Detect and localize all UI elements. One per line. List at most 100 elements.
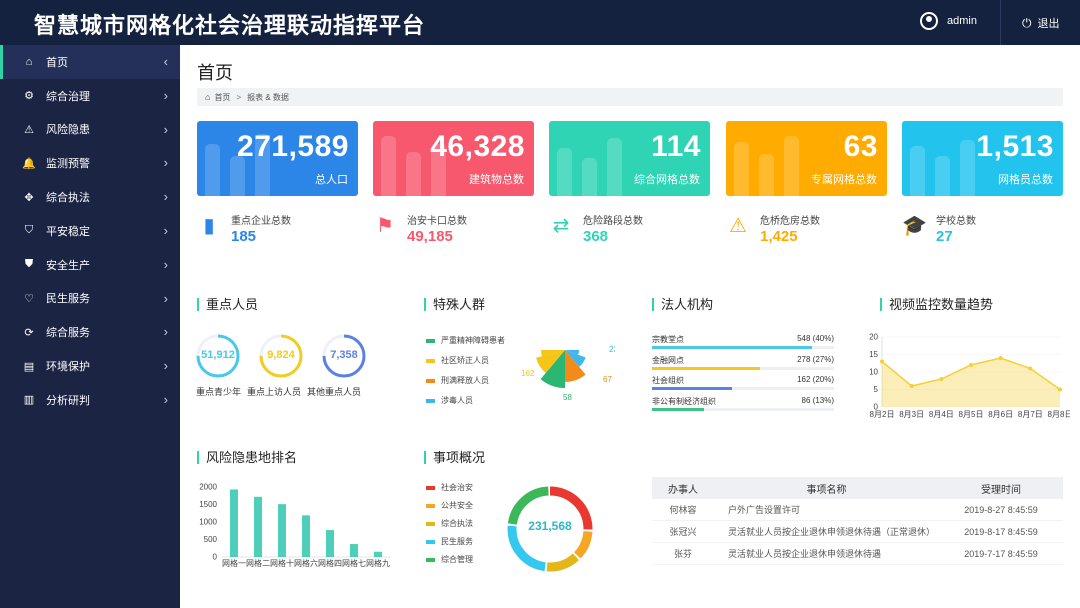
matters-table: 办事人 事项名称 受理时间 何林容 户外广告设置许可 2019-8-27 8:45:…	[652, 477, 1063, 565]
org-value: 162 (20%)	[797, 375, 834, 384]
stat-label: 总人口	[315, 174, 348, 186]
org-bar-fill	[652, 346, 813, 349]
sidebar-item-label: 平安稳定	[46, 225, 90, 238]
breadcrumb-home[interactable]: 首页	[214, 92, 230, 103]
mini-stat-value: 1,425	[760, 228, 798, 245]
shield-check-icon: ⛉	[24, 224, 34, 237]
legend-swatch	[426, 378, 435, 383]
move-icon: ✥	[24, 191, 34, 204]
risk-ranking-chart: 0 500 1000 1500 2000 网格一 网格二 网格十 网格六 网格四 网格七 网格九	[199, 483, 390, 568]
legend-label: 民生服务	[441, 537, 473, 546]
legend-item[interactable]: 涉毒人员	[426, 395, 473, 406]
table-row[interactable]: 何林容 户外广告设置许可 2019-8-27 8:45:59	[652, 499, 1063, 521]
mini-stat: ⚠ 危桥危房总数 1,425	[726, 207, 886, 247]
column-header-time[interactable]: 受理时间	[939, 481, 1063, 496]
y-tick-label: 10	[869, 368, 878, 377]
org-row: 非公有制经济组织 86 (13%)	[652, 396, 834, 412]
sidebar-item-6[interactable]: ⛊ 安全生产 ›	[0, 248, 180, 282]
data-point	[939, 377, 944, 381]
mini-stat-label: 危桥危房总数	[760, 216, 820, 227]
sidebar-item-10[interactable]: ▥ 分析研判 ›	[0, 383, 180, 417]
org-bar-track	[652, 407, 834, 411]
data-point	[998, 356, 1003, 360]
bar	[254, 496, 262, 557]
table-row[interactable]: 张芬 灵活就业人员按企业退休申领退休待遇 2019-7-17 8:45:59	[652, 543, 1063, 565]
card-decoration	[910, 140, 975, 196]
home-icon: ⌂	[25, 55, 33, 68]
x-tick-label: 网格九	[366, 558, 390, 568]
legend-item[interactable]: 严重精神障碍患者	[426, 335, 505, 346]
gear-icon: ⚙	[24, 90, 34, 103]
legend-item[interactable]: 综合执法	[426, 518, 473, 529]
mini-stat-label: 重点企业总数	[231, 216, 291, 227]
matters-title: 事项概况	[424, 451, 485, 464]
logout-label: 退出	[1037, 18, 1060, 30]
sidebar-item-4[interactable]: ✥ 综合执法 ›	[0, 180, 180, 214]
chart-icon: ▥	[23, 394, 35, 407]
legend-item[interactable]: 社会治安	[426, 482, 473, 493]
user-menu[interactable]: admin	[920, 12, 977, 30]
y-tick-label: 1500	[199, 500, 217, 509]
legend-swatch	[426, 539, 435, 544]
sidebar-item-9[interactable]: ▤ 环境保护 ›	[0, 349, 180, 383]
sidebar-item-2[interactable]: ⚠ 风险隐患 ›	[0, 113, 180, 147]
legend-item[interactable]: 刑满释放人员	[426, 375, 489, 386]
org-bar-track	[652, 387, 834, 390]
x-tick-label: 8月4日	[929, 410, 954, 419]
stat-card[interactable]: 63 专属网格总数	[726, 121, 887, 196]
stat-card[interactable]: 114 综合网格总数	[549, 121, 710, 196]
x-tick-label: 8月6日	[988, 410, 1013, 419]
video-trend-chart: 051015208月2日 8月3日 8月4日 8月5日 8月6日 8月7日 8月8日	[869, 333, 1070, 420]
org-value: 548 (40%)	[797, 334, 834, 343]
column-header-matter[interactable]: 事项名称	[714, 481, 939, 496]
top-bar: 智慧城市网格化社会治理联动指挥平台 admin ⏻ 退出	[0, 0, 1080, 45]
org-bar-fill	[652, 366, 761, 370]
legend-item[interactable]: 公共安全	[426, 500, 473, 511]
chevron-right-icon: ›	[163, 222, 168, 238]
table-row[interactable]: 张冠兴 灵活就业人员按企业退休申领退休待遇（正常退休） 2019-8-17 8:45…	[652, 521, 1063, 543]
legend-label: 公共安全	[441, 501, 473, 510]
camera-icon: ⚑	[376, 215, 394, 237]
legend-label: 社会治安	[441, 483, 473, 492]
bar	[230, 489, 238, 557]
warning-icon: ⚠	[24, 123, 34, 136]
sidebar-item-8[interactable]: ⟳ 综合服务 ›	[0, 315, 180, 349]
sidebar-item-label: 综合执法	[46, 192, 90, 205]
stat-value: 114	[651, 130, 701, 163]
table-header: 办事人 事项名称 受理时间	[652, 477, 1063, 499]
column-header-handler[interactable]: 办事人	[652, 481, 714, 496]
legend-item[interactable]: 综合管理	[426, 554, 473, 565]
stat-card[interactable]: 46,328 建筑物总数	[373, 121, 534, 196]
legend-swatch	[426, 485, 435, 490]
sidebar-item-1[interactable]: ⚙ 综合治理 ›	[0, 79, 180, 113]
building-chart-icon: ▮	[203, 215, 215, 237]
logout-button[interactable]: ⏻ 退出	[1022, 15, 1060, 31]
stat-card[interactable]: 1,513 网格员总数	[902, 121, 1063, 196]
stat-card[interactable]: 271,589 总人口	[197, 121, 358, 196]
user-avatar-icon	[920, 12, 938, 30]
y-tick-label: 500	[204, 535, 218, 544]
sidebar-item-label: 民生服务	[46, 293, 90, 306]
mini-stat: ⇄ 危险路段总数 368	[549, 207, 709, 247]
mini-stat: ▮ 重点企业总数 185	[197, 207, 357, 247]
sidebar-item-7[interactable]: ♡ 民生服务 ›	[0, 282, 180, 316]
power-icon: ⏻	[1022, 15, 1032, 30]
legend-item[interactable]: 民生服务	[426, 536, 473, 547]
sidebar-item-3[interactable]: 🔔 监测预警 ›	[0, 146, 180, 180]
ring-value: 51,912	[201, 349, 235, 361]
sidebar-item-0[interactable]: ⌂ 首页 ‹	[0, 45, 180, 79]
rose-value-label: 58	[563, 393, 572, 402]
legend-item[interactable]: 社区矫正人员	[426, 355, 489, 366]
x-tick-label: 8月7日	[1018, 410, 1043, 419]
legend-label: 社区矫正人员	[441, 356, 489, 365]
cell-handler: 张冠兴	[669, 527, 697, 537]
username: admin	[947, 15, 977, 27]
stat-label: 网格员总数	[998, 174, 1053, 186]
cell-handler: 张芬	[673, 549, 692, 559]
cell-matter: 灵活就业人员按企业退休申领退休待遇（正常退休）	[728, 527, 936, 537]
chevron-right-icon: ›	[163, 189, 168, 205]
org-name: 社会组织	[652, 376, 684, 385]
matters-total: 231,568	[528, 519, 572, 533]
sidebar-item-5[interactable]: ⛉ 平安稳定 ›	[0, 214, 180, 248]
sidebar-item-label: 监测预警	[46, 158, 90, 171]
